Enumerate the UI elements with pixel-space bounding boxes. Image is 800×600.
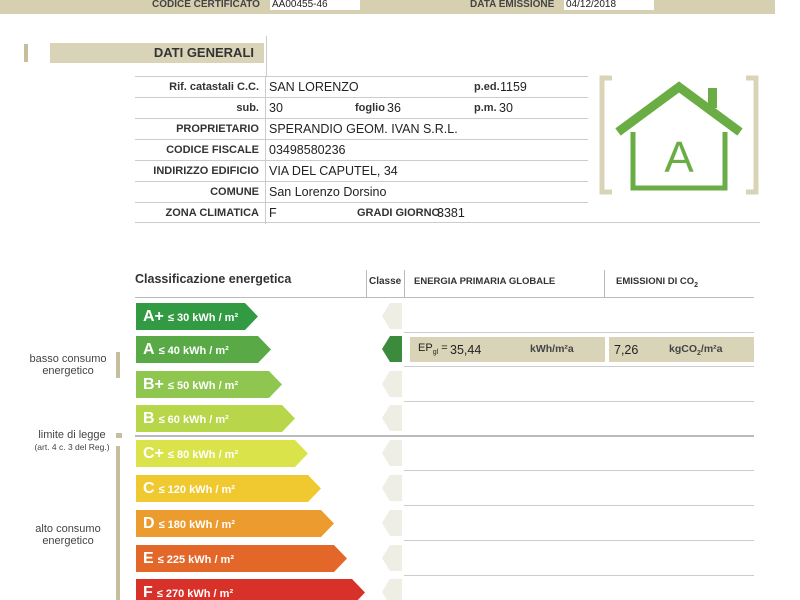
tax-code-label: CODICE FISCALE (166, 144, 259, 156)
degree-days-value: 3381 (437, 206, 465, 220)
class-column-header: Classe (369, 276, 402, 287)
row-cadastral: Rif. catastali C.C. SAN LORENZO p.ed. 11… (135, 76, 588, 98)
owner-value: SPERANDIO GEOM. IVAN S.R.L. (269, 122, 458, 136)
emissions-unit: kgCO2/m²a (669, 343, 723, 358)
row-tax-code: CODICE FISCALE 03498580236 (135, 139, 588, 161)
general-data-table: Rif. catastali C.C. SAN LORENZO p.ed. 11… (135, 76, 588, 224)
class-indicator (382, 405, 402, 431)
class-arrow-b: B ≤ 60 kWh / m² (136, 405, 295, 432)
row-address: INDIRIZZO EDIFICIO VIA DEL CAPUTEL, 34 (135, 160, 588, 182)
row-climate-zone: ZONA CLIMATICA F GRADI GIORNO 3381 (135, 202, 588, 224)
sheet-value: 36 (387, 101, 401, 115)
class-indicator (382, 440, 402, 466)
municipality-label: COMUNE (210, 186, 259, 198)
section-divider (266, 36, 267, 76)
class-indicator (382, 510, 402, 536)
emissions-header: EMISSIONI DI CO2 (616, 276, 699, 289)
emissions-value: 7,26 (614, 343, 639, 357)
class-arrow-c: C ≤ 120 kWh / m² (136, 475, 321, 502)
ep-value: 35,44 (450, 343, 482, 357)
class-arrow-c-plus: C+ ≤ 80 kWh / m² (136, 440, 308, 467)
climate-zone-label: ZONA CLIMATICA (165, 207, 259, 219)
certificate-code-value: AA00455-46 (270, 0, 360, 10)
pm-label: p.m. (474, 102, 497, 114)
classification-title: Classificazione energetica (135, 272, 292, 286)
class-indicator (382, 371, 402, 397)
pm-value: 30 (499, 101, 513, 115)
address-value: VIA DEL CAPUTEL, 34 (269, 164, 398, 178)
issue-date-label: DATA EMISSIONE (470, 0, 555, 10)
header-band (0, 0, 775, 14)
primary-energy-header: ENERGIA PRIMARIA GLOBALE (414, 276, 556, 287)
class-arrow-b-plus: B+ ≤ 50 kWh / m² (136, 371, 282, 398)
low-consumption-label: basso consumo energetico (29, 353, 107, 377)
certificate-code-label: CODICE CERTIFICATO (152, 0, 260, 10)
tax-code-value: 03498580236 (269, 143, 346, 157)
class-indicator (382, 475, 402, 501)
sheet-label: foglio (355, 102, 385, 114)
cadastral-value: SAN LORENZO (269, 80, 359, 94)
class-indicator (382, 303, 402, 329)
degree-days-label: GRADI GIORNO (357, 207, 441, 219)
climate-zone-value: F (269, 206, 277, 220)
ped-label: p.ed. (474, 81, 500, 93)
ep-unit: kWh/m²a (530, 343, 574, 355)
class-arrow-e: E ≤ 225 kWh / m² (136, 545, 347, 572)
class-indicator (382, 579, 402, 600)
ep-label: EPgl = (418, 342, 448, 357)
active-class-indicator (382, 336, 402, 362)
municipality-value: San Lorenzo Dorsino (269, 185, 387, 199)
ped-value: 1159 (500, 80, 527, 94)
energy-class-badge: A (599, 75, 759, 195)
sub-label: sub. (236, 102, 259, 114)
section-marker (24, 44, 28, 62)
row-municipality: COMUNE San Lorenzo Dorsino (135, 181, 588, 203)
cadastral-label: Rif. catastali C.C. (169, 81, 259, 93)
high-consumption-label: alto consumo energetico (35, 523, 101, 547)
class-arrow-a-plus: A+ ≤ 30 kWh / m² (136, 303, 258, 330)
legal-limit-label: limite di legge (art. 4 c. 3 del Reg.) (34, 429, 110, 452)
issue-date-value: 04/12/2018 (564, 0, 654, 10)
class-indicator (382, 545, 402, 571)
row-sub: sub. 30 foglio 36 p.m. 30 (135, 97, 588, 119)
class-arrow-a: A ≤ 40 kWh / m² (136, 336, 271, 363)
badge-class-letter: A (664, 133, 694, 182)
address-label: INDIRIZZO EDIFICIO (153, 165, 259, 177)
section-title: DATI GENERALI (50, 43, 264, 63)
class-arrow-f: F ≤ 270 kWh / m² (136, 579, 365, 600)
sub-value: 30 (269, 101, 283, 115)
emissions-value-box: 7,26 kgCO2/m²a (609, 337, 754, 362)
primary-energy-value-box: EPgl = 35,44 kWh/m²a (410, 337, 605, 362)
row-owner: PROPRIETARIO SPERANDIO GEOM. IVAN S.R.L. (135, 118, 588, 140)
class-arrow-d: D ≤ 180 kWh / m² (136, 510, 334, 537)
owner-label: PROPRIETARIO (176, 123, 259, 135)
